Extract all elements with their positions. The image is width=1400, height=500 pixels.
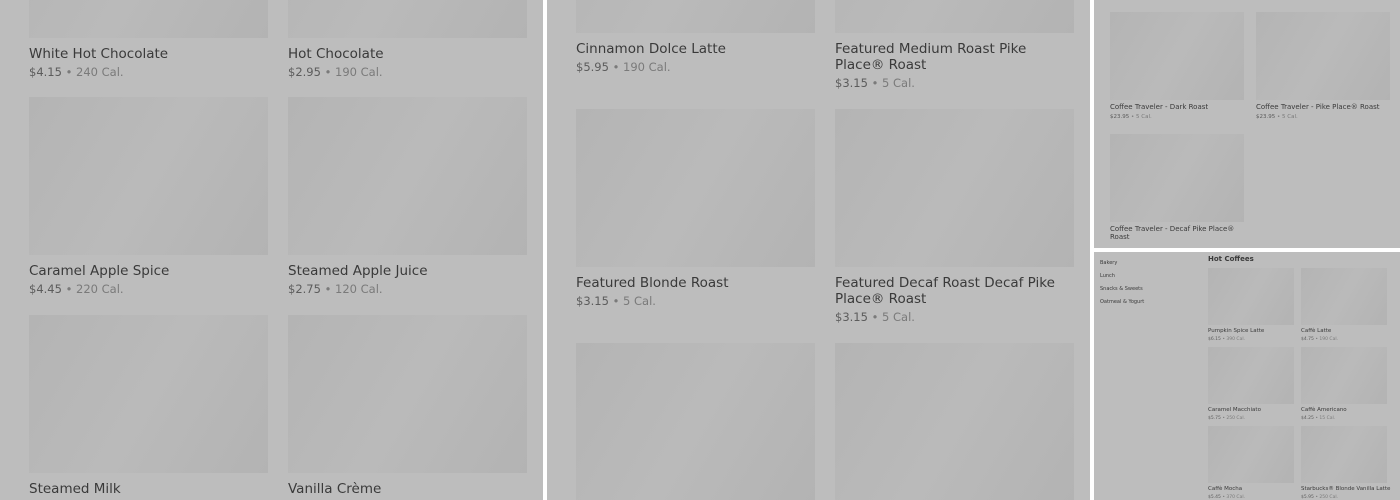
menu-item-card[interactable]: Pumpkin Spice Latte $6.15 • 390 Cal. — [1208, 268, 1294, 342]
item-image — [835, 109, 1074, 267]
item-price-cal: $6.15 • 390 Cal. — [1208, 336, 1246, 342]
item-price-cal: $4.45 • 220 Cal. — [29, 282, 124, 297]
menu-panel-hot-coffees: Bakery Lunch Snacks & Sweets Oatmeal & Y… — [1094, 252, 1400, 500]
menu-panel-hot-chocolates: White Hot Chocolate $4.15 • 240 Cal. Hot… — [0, 0, 543, 500]
item-image — [1301, 268, 1387, 325]
section-title: Hot Coffees — [1208, 255, 1254, 263]
item-image — [576, 343, 815, 500]
item-image — [29, 0, 268, 38]
item-name: Caramel Macchiato — [1208, 407, 1261, 413]
item-price-cal: $5.45 • 370 Cal. — [1208, 494, 1246, 500]
item-name: Caffè Americano — [1301, 407, 1347, 413]
menu-item-card[interactable]: Caramel Macchiato $5.75 • 250 Cal. — [1208, 347, 1294, 421]
item-image — [1208, 347, 1294, 404]
item-image — [1301, 347, 1387, 404]
menu-item-card[interactable]: Hot Chocolate $2.95 • 190 Cal. — [288, 0, 527, 79]
item-name: Featured Decaf Roast Decaf Pike Place® R… — [835, 275, 1055, 308]
menu-item-card[interactable]: Featured Medium Roast Pike Place® Roast … — [835, 0, 1074, 90]
item-name: Vanilla Crème — [288, 481, 382, 497]
menu-item-card[interactable]: Featured Decaf Roast Decaf Pike Place® R… — [835, 109, 1074, 324]
item-name: Coffee Traveler - Pike Place® Roast — [1256, 103, 1380, 111]
item-price-cal: $23.95 • 5 Cal. — [1256, 114, 1298, 121]
menu-item-card[interactable]: Vanilla Crème — [288, 315, 527, 497]
item-price-cal: $5.95 • 190 Cal. — [576, 60, 671, 75]
item-name: White Hot Chocolate — [29, 46, 169, 62]
menu-item-card[interactable] — [835, 343, 1074, 500]
item-price-cal: $23.95 • 5 Cal. — [1110, 114, 1152, 121]
item-price-cal: $4.25 • 15 Cal. — [1301, 415, 1336, 421]
item-name: Featured Blonde Roast — [576, 275, 729, 291]
item-name: Starbucks® Blonde Vanilla Latte — [1301, 486, 1391, 492]
sidebar-item-bakery[interactable]: Bakery — [1100, 260, 1117, 266]
item-price-cal: $4.75 • 190 Cal. — [1301, 336, 1339, 342]
menu-item-card[interactable]: Steamed Apple Juice $2.75 • 120 Cal. — [288, 97, 527, 296]
item-price-cal: $4.15 • 240 Cal. — [29, 65, 124, 80]
item-name: Pumpkin Spice Latte — [1208, 328, 1265, 334]
menu-item-card[interactable] — [576, 343, 815, 500]
item-price-cal: $2.75 • 120 Cal. — [288, 282, 383, 297]
item-image — [288, 0, 527, 38]
item-name: Steamed Milk — [29, 481, 121, 497]
item-image — [29, 97, 268, 255]
item-image — [1208, 426, 1294, 483]
menu-item-card[interactable]: Coffee Traveler - Decaf Pike Place® Roas… — [1110, 134, 1244, 242]
item-image — [1208, 268, 1294, 325]
menu-panel-lattes-roasts: Cinnamon Dolce Latte $5.95 • 190 Cal. Fe… — [547, 0, 1090, 500]
item-price-cal: $3.15 • 5 Cal. — [576, 294, 656, 309]
item-image — [288, 97, 527, 255]
item-name: Featured Medium Roast Pike Place® Roast — [835, 41, 1027, 74]
item-price-cal: $3.15 • 5 Cal. — [835, 76, 915, 91]
menu-item-card[interactable]: Caramel Apple Spice $4.45 • 220 Cal. — [29, 97, 268, 296]
menu-item-card[interactable]: Steamed Milk — [29, 315, 268, 497]
sidebar-item-snacks-sweets[interactable]: Snacks & Sweets — [1100, 286, 1143, 292]
item-name: Caffè Mocha — [1208, 486, 1243, 492]
item-image — [835, 343, 1074, 500]
menu-item-card[interactable]: Starbucks® Blonde Vanilla Latte $5.95 • … — [1301, 426, 1390, 500]
item-name: Hot Chocolate — [288, 46, 384, 62]
item-name: Cinnamon Dolce Latte — [576, 41, 726, 57]
menu-item-card[interactable]: Featured Blonde Roast $3.15 • 5 Cal. — [576, 109, 815, 308]
menu-item-card[interactable]: White Hot Chocolate $4.15 • 240 Cal. — [29, 0, 268, 79]
item-name: Coffee Traveler - Dark Roast — [1110, 103, 1209, 111]
item-image — [288, 315, 527, 473]
item-image — [1256, 12, 1390, 100]
menu-item-card[interactable]: Caffè Latte $4.75 • 190 Cal. — [1301, 268, 1387, 342]
item-image — [576, 109, 815, 267]
item-price-cal: $5.75 • 250 Cal. — [1208, 415, 1246, 421]
item-name: Steamed Apple Juice — [288, 263, 428, 279]
menu-item-card[interactable]: Caffè Americano $4.25 • 15 Cal. — [1301, 347, 1387, 421]
item-name: Caramel Apple Spice — [29, 263, 170, 279]
item-image — [1301, 426, 1387, 483]
menu-item-card[interactable]: Caffè Mocha $5.45 • 370 Cal. — [1208, 426, 1294, 500]
menu-item-card[interactable]: Cinnamon Dolce Latte $5.95 • 190 Cal. — [576, 0, 815, 74]
item-name: Caffè Latte — [1301, 328, 1332, 334]
item-price-cal: $3.15 • 5 Cal. — [835, 310, 915, 325]
item-image — [29, 315, 268, 473]
item-price-cal: $5.95 • 250 Cal. — [1301, 494, 1339, 500]
sidebar-item-oatmeal-yogurt[interactable]: Oatmeal & Yogurt — [1100, 299, 1144, 305]
item-image — [835, 0, 1074, 33]
item-name: Coffee Traveler - Decaf Pike Place® Roas… — [1110, 225, 1235, 242]
sidebar-item-lunch[interactable]: Lunch — [1100, 273, 1115, 279]
item-image — [576, 0, 815, 33]
menu-panel-coffee-travelers: Coffee Traveler - Dark Roast $23.95 • 5 … — [1094, 0, 1400, 248]
item-price-cal: $2.95 • 190 Cal. — [288, 65, 383, 80]
item-image — [1110, 134, 1244, 222]
menu-item-card[interactable]: Coffee Traveler - Dark Roast $23.95 • 5 … — [1110, 12, 1250, 120]
item-image — [1110, 12, 1244, 100]
menu-item-card[interactable]: Coffee Traveler - Pike Place® Roast $23.… — [1256, 12, 1396, 120]
